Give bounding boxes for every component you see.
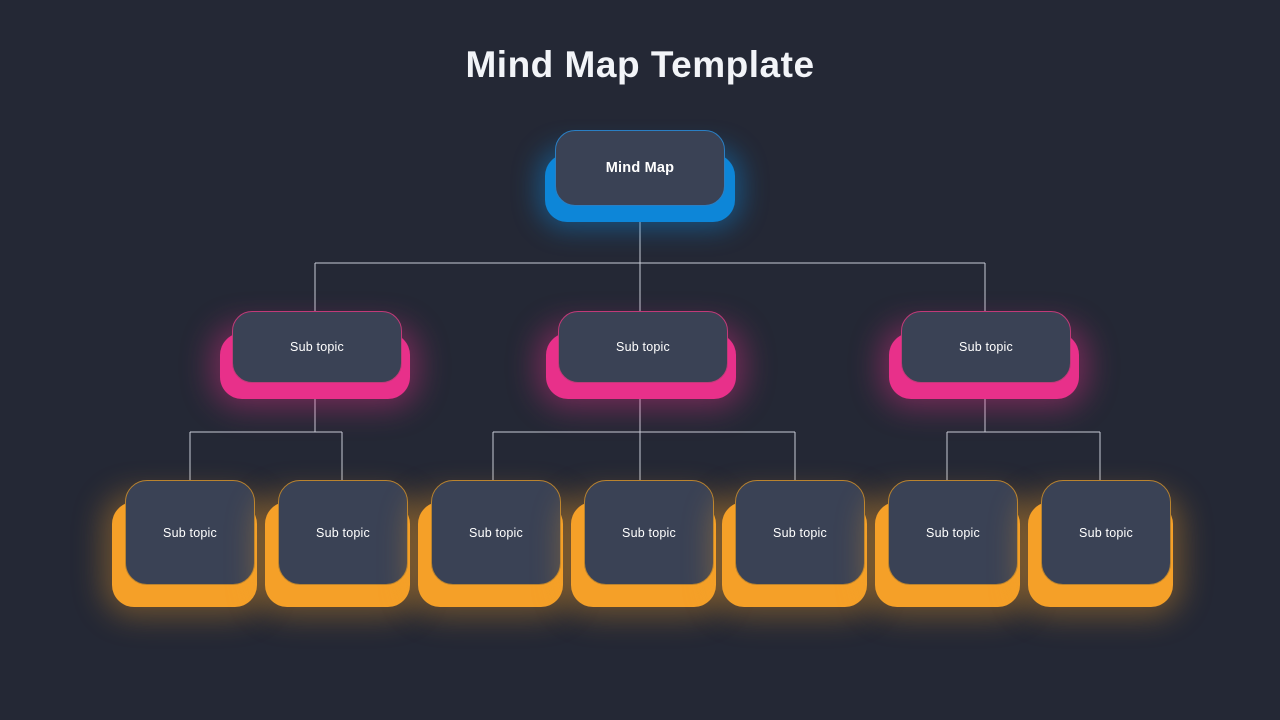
- root-label: Mind Map: [605, 160, 675, 176]
- level2-label: Sub topic: [616, 340, 670, 354]
- level3-label: Sub topic: [316, 525, 370, 540]
- node-level2-3[interactable]: Sub topic: [889, 311, 1079, 399]
- level3-label: Sub topic: [469, 525, 523, 540]
- level3-card: Sub topic: [125, 480, 255, 585]
- root-card: Mind Map: [555, 130, 725, 206]
- level3-label: Sub topic: [1079, 525, 1133, 540]
- level3-card: Sub topic: [735, 480, 865, 585]
- node-level3-6[interactable]: Sub topic: [875, 480, 1020, 607]
- level2-label: Sub topic: [290, 340, 344, 354]
- node-level3-2[interactable]: Sub topic: [265, 480, 410, 607]
- level2-card: Sub topic: [232, 311, 402, 383]
- node-level2-2[interactable]: Sub topic: [546, 311, 736, 399]
- node-level2-1[interactable]: Sub topic: [220, 311, 410, 399]
- level3-card: Sub topic: [278, 480, 408, 585]
- node-level3-3[interactable]: Sub topic: [418, 480, 563, 607]
- level3-label: Sub topic: [773, 525, 827, 540]
- page-title: Mind Map Template: [465, 44, 815, 85]
- node-level3-1[interactable]: Sub topic: [112, 480, 257, 607]
- level3-card: Sub topic: [888, 480, 1018, 585]
- mind-map-canvas: Mind Map Template Mind Map Sub topic Sub…: [0, 0, 1280, 720]
- level3-card: Sub topic: [584, 480, 714, 585]
- level3-label: Sub topic: [926, 525, 980, 540]
- level3-card: Sub topic: [1041, 480, 1171, 585]
- level2-card: Sub topic: [558, 311, 728, 383]
- level3-label: Sub topic: [163, 525, 217, 540]
- node-root-mind-map[interactable]: Mind Map: [545, 130, 735, 222]
- node-level3-7[interactable]: Sub topic: [1028, 480, 1173, 607]
- node-level3-4[interactable]: Sub topic: [571, 480, 716, 607]
- level2-label: Sub topic: [959, 340, 1013, 354]
- level3-card: Sub topic: [431, 480, 561, 585]
- level3-label: Sub topic: [622, 525, 676, 540]
- node-level3-5[interactable]: Sub topic: [722, 480, 867, 607]
- level2-card: Sub topic: [901, 311, 1071, 383]
